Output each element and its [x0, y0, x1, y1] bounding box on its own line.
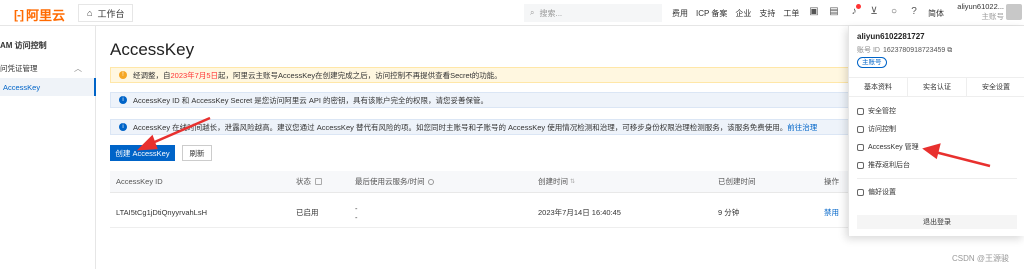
cart-icon[interactable]: ⊻: [868, 6, 880, 17]
logo-mark-icon: [-]: [14, 7, 24, 22]
tab-verification[interactable]: 实名认证: [908, 78, 967, 96]
gift-icon: [857, 161, 864, 169]
tab-security-settings[interactable]: 安全设置: [967, 78, 1024, 96]
document-icon[interactable]: ▤: [828, 6, 840, 17]
col-header-created[interactable]: 创建时间 ⇅: [538, 171, 575, 192]
menu-item-security[interactable]: 安全管控: [857, 106, 896, 116]
governance-link[interactable]: 前往治理: [787, 123, 817, 132]
top-nav-links: 费用 ICP 备案 企业 支持 工单: [672, 8, 799, 19]
info-icon: [427, 178, 434, 185]
warning-icon: !: [119, 71, 127, 79]
nav-link-ticket[interactable]: 工单: [783, 8, 799, 19]
workbench-label: 工作台: [97, 8, 125, 19]
col-header-id: AccessKey ID: [116, 177, 163, 186]
logo-text: 阿里云: [26, 8, 66, 23]
workbench-button[interactable]: ⌂ 工作台: [78, 4, 134, 22]
cell-age: 9 分钟: [718, 208, 740, 217]
account-name: aliyun6102281727: [857, 32, 925, 41]
watermark: CSDN @王源骏: [952, 254, 1010, 263]
account-tabs: 基本资料 实名认证 安全设置: [849, 77, 1024, 97]
help-icon[interactable]: ?: [908, 6, 920, 17]
avatar[interactable]: [1006, 4, 1022, 20]
menu-item-accesskey[interactable]: AccessKey 管理: [857, 142, 919, 152]
copy-icon[interactable]: ⧉: [947, 47, 952, 54]
key-icon: [857, 143, 864, 151]
menu-item-rebate[interactable]: 推荐返利后台: [857, 160, 910, 170]
nav-link-enterprise[interactable]: 企业: [735, 8, 751, 19]
alert-warning-text: 经调整，自2023年7月5日起，阿里云主账号AccessKey在创建完成之后，访…: [133, 70, 502, 80]
col-header-status[interactable]: 状态: [296, 171, 322, 192]
disable-link[interactable]: 禁用: [824, 198, 839, 227]
divider: [857, 178, 1017, 179]
filter-icon: [315, 178, 322, 185]
top-bar: [-] 阿里云 ⌂ 工作台 ⌕ 搜索... 费用 ICP 备案 企业 支持 工单…: [0, 0, 1024, 26]
alert-info-secret: i AccessKey ID 和 AccessKey Secret 是您访问阿里…: [110, 92, 855, 108]
col-header-last-used: 最后使用云服务/时间: [355, 171, 434, 192]
settings-icon: [857, 188, 864, 196]
shield-icon: [857, 107, 864, 115]
nav-link-icp[interactable]: ICP 备案: [696, 8, 727, 19]
cell-accesskey-id: LTAI5tCg1jDtiQnyyrvahLsH: [116, 208, 208, 217]
page-title: AccessKey: [110, 40, 195, 59]
account-type-badge: 主账号: [857, 57, 887, 68]
bell-icon[interactable]: ♪: [848, 4, 861, 17]
menu-item-access-control[interactable]: 访问控制: [857, 124, 896, 134]
table-header: AccessKey ID 状态 最后使用云服务/时间 创建时间 ⇅ 已创建时间 操…: [110, 171, 855, 193]
sidebar-group-label: 问凭证管理: [0, 64, 38, 73]
language-switch[interactable]: 简体: [928, 8, 944, 19]
cell-last-used: - -: [355, 203, 358, 222]
aliyun-logo[interactable]: [-] 阿里云: [14, 5, 65, 24]
home-icon: ⌂: [87, 8, 93, 18]
account-id: 账号 ID 1623780918723459 ⧉: [857, 47, 953, 54]
nav-link-billing[interactable]: 费用: [672, 8, 688, 19]
sidebar-item-accesskey[interactable]: AccessKey: [0, 78, 96, 96]
sidebar: AM 访问控制 问凭证管理 ︿ AccessKey: [0, 26, 96, 269]
lightbulb-icon[interactable]: ○: [888, 6, 900, 17]
search-input[interactable]: ⌕ 搜索...: [524, 4, 662, 22]
create-accesskey-button[interactable]: 创建 AccessKey: [110, 145, 175, 161]
cloud-icon: [857, 125, 864, 133]
info-icon: i: [119, 123, 127, 131]
alert-info-governance: i AccessKey 在线时间越长，泄露风险越高。建议您通过 AccessKe…: [110, 119, 855, 135]
main-content: AccessKey ! 经调整，自2023年7月5日起，阿里云主账号Access…: [96, 26, 856, 269]
cell-status: 已启用: [296, 208, 319, 217]
alert-warning: ! 经调整，自2023年7月5日起，阿里云主账号AccessKey在创建完成之后…: [110, 67, 855, 83]
alert-date: 2023年7月5日: [170, 70, 219, 80]
menu-item-preferences[interactable]: 偏好设置: [857, 187, 896, 197]
search-icon: ⌕: [530, 8, 535, 17]
col-header-actions: 操作: [824, 177, 839, 186]
cell-created: 2023年7月14日 16:40:45: [538, 208, 621, 217]
tab-basic-info[interactable]: 基本资料: [849, 78, 908, 96]
refresh-button[interactable]: 刷新: [182, 145, 212, 161]
info-icon: i: [119, 96, 127, 104]
table-row: LTAI5tCg1jDtiQnyyrvahLsH 已启用 - - 2023年7月…: [110, 198, 855, 228]
user-role: 主账号: [981, 12, 1005, 21]
search-placeholder: 搜索...: [539, 8, 563, 18]
user-dropdown: aliyun6102281727 账号 ID 1623780918723459 ⧉…: [848, 26, 1024, 236]
alert-info-text: AccessKey ID 和 AccessKey Secret 是您访问阿里云 …: [133, 95, 489, 105]
nav-link-support[interactable]: 支持: [759, 8, 775, 19]
chevron-up-icon: ︿: [74, 64, 82, 73]
top-nav-icons: ▣ ▤ ♪ ⊻ ○ ?: [808, 4, 920, 17]
alert-governance-text: AccessKey 在线时间越长，泄露风险越高。建议您通过 AccessKey …: [133, 122, 818, 132]
logout-button[interactable]: 退出登录: [857, 215, 1017, 229]
sidebar-group-credentials[interactable]: 问凭证管理 ︿: [0, 63, 92, 74]
col-header-age: 已创建时间: [718, 177, 756, 186]
user-menu[interactable]: aliyun61022... 主账号: [954, 2, 1004, 22]
sort-icon: ⇅: [570, 179, 576, 185]
user-name: aliyun61022...: [957, 2, 1004, 11]
sidebar-title: AM 访问控制: [0, 41, 47, 50]
terminal-icon[interactable]: ▣: [808, 6, 820, 17]
